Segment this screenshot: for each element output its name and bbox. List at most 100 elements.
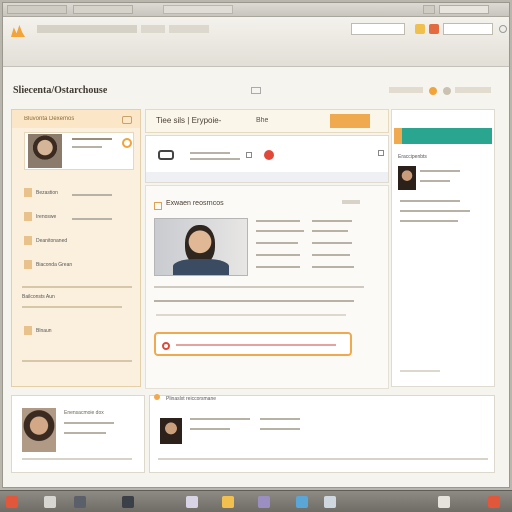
avatar [22, 408, 56, 452]
text-line [312, 254, 350, 256]
text-line [256, 242, 298, 244]
bottom-center-card: Plinaslxt reiccorsmane [149, 394, 495, 473]
text-line [64, 422, 114, 424]
app-icon[interactable] [438, 496, 450, 508]
action-button[interactable] [330, 114, 370, 128]
close-icon[interactable] [378, 150, 384, 156]
avatar [398, 166, 416, 190]
text-line [260, 428, 300, 430]
text-line [400, 200, 460, 202]
profile-photo [154, 218, 248, 276]
toolbar-row [145, 135, 389, 183]
search-row[interactable] [146, 172, 388, 182]
text-line [312, 230, 348, 232]
tab-title[interactable]: Tiee sils | Erypoie- [156, 116, 221, 125]
sidebar: Bluvonta Dexemos Bezastion Irenoswe Dean… [11, 109, 141, 387]
divider [154, 286, 364, 288]
tab-suffix[interactable]: Bhe [256, 117, 268, 124]
banner-text [176, 344, 336, 346]
sidebar-header-label: Bluvonta Dexemos [24, 116, 75, 122]
avatar [160, 418, 182, 444]
text-line [400, 220, 458, 222]
row-text [190, 158, 240, 160]
feature-banner[interactable] [154, 332, 352, 356]
card-icon [154, 202, 162, 210]
status-icon [122, 138, 132, 148]
text-line [312, 220, 352, 222]
alert-icon [162, 342, 170, 350]
app-icon[interactable] [186, 496, 198, 508]
sidebar-item-label[interactable]: Biaconda Grean [36, 262, 72, 268]
address-bar[interactable] [37, 25, 137, 33]
content-tab-bar: Tiee sils | Erypoie- Bhe [145, 109, 389, 133]
sidebar-item-label[interactable]: Bailconsts Aun [22, 294, 55, 300]
divider [22, 286, 132, 288]
record-button[interactable] [264, 150, 274, 160]
divider [158, 458, 488, 460]
sidebar-item-text [72, 194, 112, 196]
page-title: Sliecenta/Ostarchouse [13, 85, 108, 96]
close-icon[interactable] [246, 152, 252, 158]
window-controls[interactable] [439, 5, 489, 14]
secondary-search-input[interactable] [443, 23, 493, 35]
nav-button[interactable] [141, 25, 165, 33]
doc-icon [24, 212, 32, 221]
app-icon[interactable] [488, 496, 500, 508]
toolbar [3, 17, 509, 67]
right-row-label: Eraccipenbts [398, 154, 427, 160]
status-dot-icon [154, 394, 160, 400]
text-line [256, 266, 300, 268]
window-tab[interactable] [163, 5, 233, 14]
divider [22, 458, 132, 460]
extension-icon[interactable] [415, 24, 425, 34]
sidebar-item-text [72, 218, 112, 220]
app-icon[interactable] [44, 496, 56, 508]
collapse-icon[interactable] [122, 116, 132, 124]
window-tab[interactable] [73, 5, 133, 14]
app-icon[interactable] [324, 496, 336, 508]
search-input[interactable] [351, 23, 405, 35]
sidebar-item-label[interactable]: Deanitonaned [36, 238, 67, 244]
header-link[interactable] [389, 87, 423, 93]
user-icon[interactable] [443, 87, 451, 95]
menu-icon[interactable] [499, 25, 507, 33]
card-action[interactable] [342, 200, 360, 204]
extension-icon[interactable] [429, 24, 439, 34]
divider [22, 360, 132, 362]
text-line [400, 370, 440, 372]
sidebar-item-label[interactable]: Bezastion [36, 190, 58, 196]
glasses-icon[interactable] [158, 150, 174, 160]
notification-icon[interactable] [429, 87, 437, 95]
header-link[interactable] [455, 87, 491, 93]
bottom-left-card: Enensacmoie dox [11, 395, 145, 473]
text-line [400, 210, 470, 212]
doc-icon [24, 260, 32, 269]
app-icon[interactable] [222, 496, 234, 508]
app-icon[interactable] [122, 496, 134, 508]
app-logo-icon [11, 25, 25, 37]
text-line [420, 170, 460, 172]
minimize-button[interactable] [423, 5, 435, 14]
window-icon[interactable] [251, 87, 261, 94]
app-icon[interactable] [74, 496, 86, 508]
shoulders-shape [173, 259, 229, 275]
row-text [190, 152, 230, 154]
window-tab[interactable] [7, 5, 67, 14]
text-line [190, 428, 230, 430]
sidebar-item-label[interactable]: Irenoswe [36, 214, 56, 220]
doc-icon [24, 188, 32, 197]
text-line [190, 418, 250, 420]
divider [22, 306, 122, 308]
text-line [420, 180, 450, 182]
text-line [312, 242, 352, 244]
app-icon[interactable] [296, 496, 308, 508]
browser-window: Sliecenta/Ostarchouse Bluvonta Dexemos B… [2, 2, 510, 488]
app-icon[interactable] [6, 496, 18, 508]
bottom-left-title: Enensacmoie dox [64, 410, 104, 416]
text-line [260, 418, 300, 420]
nav-button[interactable] [169, 25, 209, 33]
sidebar-item-label[interactable]: Blnaun [36, 328, 52, 334]
app-icon[interactable] [258, 496, 270, 508]
doc-icon [24, 326, 32, 335]
doc-icon [24, 236, 32, 245]
